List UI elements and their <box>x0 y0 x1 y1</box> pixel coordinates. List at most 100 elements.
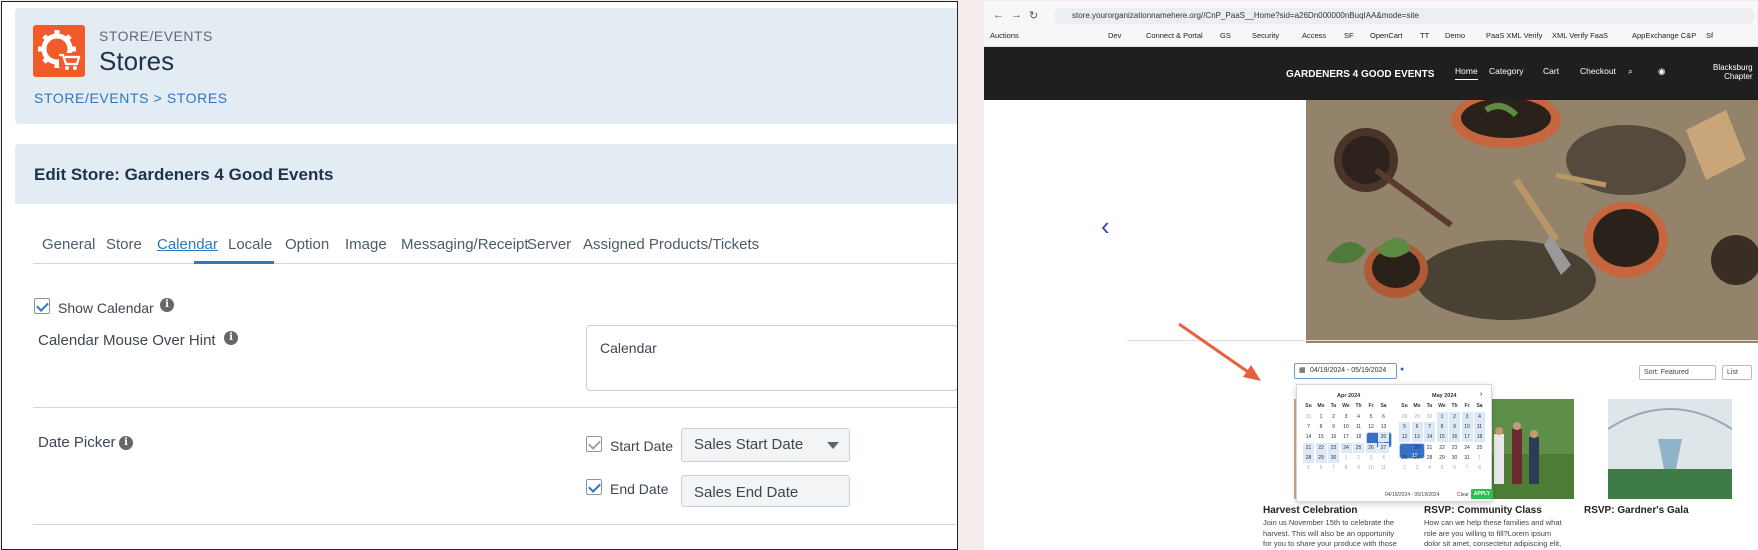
calendar-day[interactable]: 16 <box>1328 432 1339 442</box>
calendar-day[interactable]: 15 <box>1316 432 1327 442</box>
nav-category[interactable]: Category <box>1489 66 1524 76</box>
calendar-day[interactable]: 12 <box>1366 422 1377 432</box>
card-title[interactable]: RSVP: Gardner's Gala <box>1584 505 1689 516</box>
mouse-over-hint-input[interactable]: Calendar <box>586 325 957 391</box>
tab-image[interactable]: Image <box>345 236 387 253</box>
calendar-day[interactable]: 29 <box>1315 452 1327 463</box>
bookmark[interactable]: Security <box>1252 31 1279 40</box>
nav-home[interactable]: Home <box>1455 66 1478 80</box>
calendar-day[interactable]: 1 <box>1436 412 1448 422</box>
bookmark[interactable]: SF <box>1344 31 1354 40</box>
tab-locale[interactable]: Locale <box>228 236 272 253</box>
tab-assigned-products-tickets[interactable]: Assigned Products/Tickets <box>583 236 759 253</box>
user-icon[interactable]: ◉ <box>1658 66 1665 77</box>
bookmark[interactable]: PaaS XML Verify <box>1486 31 1542 40</box>
calendar-day[interactable]: 9 <box>1449 422 1460 433</box>
site-brand[interactable]: GARDENERS 4 GOOD EVENTS <box>1286 69 1434 80</box>
calendar-day[interactable]: 5 <box>1366 412 1377 422</box>
calendar-day[interactable]: 13 <box>1411 432 1423 443</box>
calendar-day[interactable]: 20 <box>1412 443 1423 453</box>
calendar-day[interactable]: 21 <box>1424 443 1435 453</box>
calendar-day[interactable]: 7 <box>1424 422 1435 433</box>
calendar-day[interactable]: 11 <box>1474 422 1485 433</box>
calendar-day[interactable]: 22 <box>1437 443 1448 453</box>
bookmark[interactable]: OpenCart <box>1370 31 1403 40</box>
chapter-location[interactable]: Blacksburg Chapter <box>1713 63 1753 81</box>
date-range-input[interactable]: 04/19/2024 - 05/19/2024 ▦ <box>1294 363 1397 379</box>
start-date-select[interactable]: Sales Start Date <box>681 428 850 462</box>
address-bar[interactable]: store.yourorganizationnamehere.org//CnP_… <box>1054 8 1754 24</box>
next-month-icon[interactable]: › <box>1480 391 1482 398</box>
tab-calendar[interactable]: Calendar <box>157 236 218 253</box>
calendar-day[interactable]: 16 <box>1449 432 1460 443</box>
calendar-day[interactable]: 17 <box>1461 432 1473 443</box>
mouse-over-hint-info-icon[interactable]: i <box>224 331 238 345</box>
calendar-day[interactable]: 31 <box>1462 453 1473 463</box>
calendar-day[interactable]: 10 <box>1341 422 1352 432</box>
calendar-day[interactable]: 3 <box>1341 412 1352 422</box>
calendar-day[interactable]: 2 <box>1449 412 1460 422</box>
tab-option[interactable]: Option <box>285 236 329 253</box>
calendar-day[interactable]: 22 <box>1315 442 1327 453</box>
search-icon[interactable]: ⌕ <box>1628 66 1633 77</box>
calendar-day[interactable]: 24 <box>1462 443 1473 453</box>
calendar-day[interactable]: 25 <box>1353 442 1364 453</box>
clear-button[interactable]: Clear <box>1457 492 1469 498</box>
bookmark[interactable]: XML Verify FaaS <box>1552 31 1608 40</box>
back-icon[interactable]: ← <box>993 9 1004 21</box>
calendar-day[interactable]: 15 <box>1436 432 1448 443</box>
bookmark[interactable]: Auctions <box>990 31 1019 40</box>
tab-general[interactable]: General <box>42 236 95 253</box>
calendar-day[interactable]: 29 <box>1437 453 1448 463</box>
calendar-day[interactable]: 14 <box>1424 432 1435 443</box>
bookmark[interactable]: GS <box>1220 31 1231 40</box>
tab-server[interactable]: Server <box>527 236 571 253</box>
calendar-day[interactable]: 20 <box>1378 432 1389 443</box>
product-image[interactable] <box>1608 399 1732 499</box>
end-date-checkbox[interactable] <box>586 479 602 495</box>
calendar-day[interactable]: 30 <box>1328 452 1339 463</box>
info-icon[interactable]: ● <box>1400 366 1404 373</box>
calendar-day[interactable]: 4 <box>1474 412 1485 422</box>
calendar-day[interactable]: 6 <box>1411 422 1423 433</box>
calendar-day[interactable]: 7 <box>1303 422 1314 432</box>
sort-select[interactable]: Sort: Featured <box>1639 365 1716 380</box>
bookmark[interactable]: TT <box>1420 31 1429 40</box>
calendar-day[interactable]: 28 <box>1303 452 1314 463</box>
date-picker-info-icon[interactable]: i <box>119 436 133 450</box>
calendar-day[interactable]: 28 <box>1424 453 1435 463</box>
calendar-day[interactable]: 26 <box>1399 453 1410 463</box>
breadcrumb[interactable]: STORE/EVENTS > STORES <box>34 90 228 106</box>
list-view-button[interactable]: List <box>1722 365 1752 380</box>
forward-icon[interactable]: → <box>1011 9 1022 21</box>
reload-icon[interactable]: ↻ <box>1029 9 1038 22</box>
nav-checkout[interactable]: Checkout <box>1580 66 1616 76</box>
bookmark[interactable]: Dev <box>1108 31 1121 40</box>
calendar-day[interactable]: 14 <box>1303 432 1314 442</box>
calendar-day[interactable]: 18 <box>1353 432 1364 442</box>
calendar-day[interactable]: 18 <box>1474 432 1485 443</box>
calendar-day[interactable]: 24 <box>1340 442 1352 453</box>
calendar-day[interactable]: 1 <box>1316 412 1327 422</box>
bookmark[interactable]: Sf <box>1706 31 1713 40</box>
start-date-checkbox[interactable] <box>586 436 602 452</box>
bookmark[interactable]: Demo <box>1445 31 1465 40</box>
calendar-day[interactable]: 27 <box>1412 453 1423 463</box>
calendar-day[interactable]: 8 <box>1316 422 1327 432</box>
calendar-day[interactable]: 10 <box>1461 422 1473 433</box>
calendar-day[interactable]: 23 <box>1328 442 1339 453</box>
show-calendar-info-icon[interactable]: i <box>160 298 174 312</box>
calendar-day[interactable]: 11 <box>1353 422 1364 432</box>
bookmark[interactable]: Connect & Portal <box>1146 31 1203 40</box>
calendar-day[interactable]: 27 <box>1378 442 1389 453</box>
apply-button[interactable]: APPLY <box>1471 489 1493 499</box>
bookmark[interactable]: Access <box>1302 31 1326 40</box>
calendar-day[interactable]: 9 <box>1328 422 1339 432</box>
tab-store[interactable]: Store <box>106 236 142 253</box>
calendar-day[interactable]: 3 <box>1461 412 1473 422</box>
card-title[interactable]: RSVP: Community Class <box>1424 505 1542 516</box>
card-title[interactable]: Harvest Celebration <box>1263 505 1357 516</box>
calendar-day[interactable]: 2 <box>1328 412 1339 422</box>
calendar-day[interactable]: 21 <box>1303 442 1314 453</box>
show-calendar-checkbox[interactable] <box>34 298 50 314</box>
